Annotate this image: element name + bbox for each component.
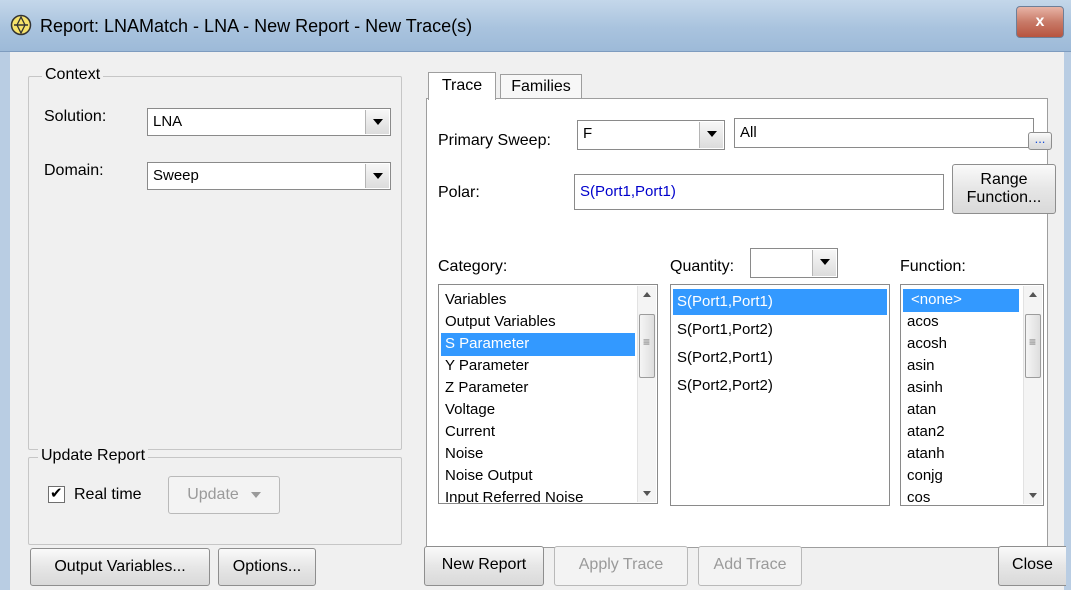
update-report-legend: Update Report: [38, 447, 149, 465]
list-item[interactable]: Z Parameter: [441, 377, 635, 400]
list-item[interactable]: acosh: [903, 333, 1019, 356]
list-item[interactable]: asin: [903, 355, 1019, 378]
list-item[interactable]: S(Port1,Port1): [673, 289, 887, 315]
dialog-body: Context Solution: LNA Domain: Sweep Upda…: [10, 52, 1066, 590]
context-legend: Context: [42, 66, 104, 84]
title-bar: Report: LNAMatch - LNA - New Report - Ne…: [0, 0, 1071, 52]
scroll-down-icon[interactable]: [638, 484, 656, 502]
tab-families[interactable]: Families: [500, 74, 582, 99]
window-close-button[interactable]: x: [1016, 6, 1064, 38]
scroll-thumb[interactable]: [639, 314, 655, 378]
range-function-label-2: Function...: [966, 189, 1042, 206]
function-scrollbar[interactable]: [1023, 286, 1042, 504]
function-label: Function:: [900, 258, 966, 275]
options-button[interactable]: Options...: [218, 548, 316, 586]
polar-label: Polar:: [438, 184, 480, 201]
list-item[interactable]: <none>: [903, 289, 1019, 312]
window-frame-right: [1064, 52, 1071, 590]
scroll-thumb[interactable]: [1025, 314, 1041, 378]
primary-sweep-select[interactable]: F: [577, 120, 725, 150]
list-item[interactable]: S(Port2,Port2): [673, 373, 887, 399]
list-item[interactable]: Input Referred Noise: [441, 487, 635, 503]
list-item[interactable]: S(Port1,Port2): [673, 317, 887, 343]
update-button[interactable]: Update: [168, 476, 280, 514]
window-title: Report: LNAMatch - LNA - New Report - Ne…: [40, 16, 473, 36]
solution-value: LNA: [153, 113, 183, 130]
close-icon: x: [1035, 13, 1045, 30]
list-item[interactable]: atanh: [903, 443, 1019, 466]
domain-value: Sweep: [153, 167, 199, 184]
domain-label: Domain:: [44, 162, 104, 179]
apply-trace-button[interactable]: Apply Trace: [554, 546, 688, 586]
chevron-down-icon[interactable]: [365, 110, 389, 134]
list-item[interactable]: Noise: [441, 443, 635, 466]
solution-label: Solution:: [44, 108, 107, 125]
primary-sweep-value: F: [583, 125, 593, 142]
new-report-button[interactable]: New Report: [424, 546, 544, 586]
domain-select[interactable]: Sweep: [147, 162, 391, 190]
list-item[interactable]: cos: [903, 487, 1019, 505]
range-function-button[interactable]: Range Function...: [952, 164, 1056, 214]
sweep-range-ellipsis-button[interactable]: ...: [1028, 132, 1052, 150]
window-frame-left: [0, 52, 10, 590]
quantity-list[interactable]: S(Port1,Port1) S(Port1,Port2) S(Port2,Po…: [670, 284, 890, 506]
chevron-down-icon[interactable]: [699, 122, 723, 148]
chevron-down-icon: [250, 491, 261, 498]
list-item[interactable]: asinh: [903, 377, 1019, 400]
tab-trace[interactable]: Trace: [428, 72, 496, 100]
list-item[interactable]: Y Parameter: [441, 355, 635, 378]
primary-sweep-label: Primary Sweep:: [438, 132, 551, 149]
list-item[interactable]: Noise Output: [441, 465, 635, 488]
list-item[interactable]: atan: [903, 399, 1019, 422]
polar-expression-value: S(Port1,Port1): [580, 183, 676, 200]
list-item[interactable]: S(Port2,Port1): [673, 345, 887, 371]
ellipsis-icon: ...: [1034, 131, 1046, 146]
range-function-label-1: Range: [980, 171, 1028, 188]
scroll-up-icon[interactable]: [1024, 286, 1042, 304]
realtime-checkbox[interactable]: [48, 484, 65, 503]
sweep-range-field[interactable]: All: [734, 118, 1034, 148]
list-item[interactable]: acos: [903, 311, 1019, 334]
close-button[interactable]: Close: [998, 546, 1066, 586]
solution-select[interactable]: LNA: [147, 108, 391, 136]
list-item[interactable]: S Parameter: [441, 333, 635, 356]
list-item[interactable]: Current: [441, 421, 635, 444]
sweep-range-value: All: [740, 124, 757, 141]
list-item[interactable]: conjg: [903, 465, 1019, 488]
scroll-up-icon[interactable]: [638, 286, 656, 304]
update-label: Update: [187, 486, 239, 503]
list-item[interactable]: Output Variables: [441, 311, 635, 334]
category-list[interactable]: Variables Output Variables S Parameter Y…: [438, 284, 658, 504]
list-item[interactable]: atan2: [903, 421, 1019, 444]
scroll-down-icon[interactable]: [1024, 486, 1042, 504]
add-trace-button[interactable]: Add Trace: [698, 546, 802, 586]
quantity-label: Quantity:: [670, 258, 735, 275]
chevron-down-icon[interactable]: [812, 250, 836, 276]
category-label: Category:: [438, 258, 508, 275]
list-item[interactable]: Voltage: [441, 399, 635, 422]
list-item[interactable]: Variables: [441, 289, 635, 312]
realtime-label[interactable]: Real time: [74, 486, 142, 504]
chevron-down-icon[interactable]: [365, 164, 389, 188]
category-scrollbar[interactable]: [637, 286, 656, 502]
output-variables-button[interactable]: Output Variables...: [30, 548, 210, 586]
polar-expression-field[interactable]: S(Port1,Port1): [574, 174, 944, 210]
app-icon: [10, 14, 32, 36]
quantity-filter-select[interactable]: [750, 248, 838, 278]
function-list[interactable]: <none> acos acosh asin asinh atan atan2 …: [900, 284, 1044, 506]
